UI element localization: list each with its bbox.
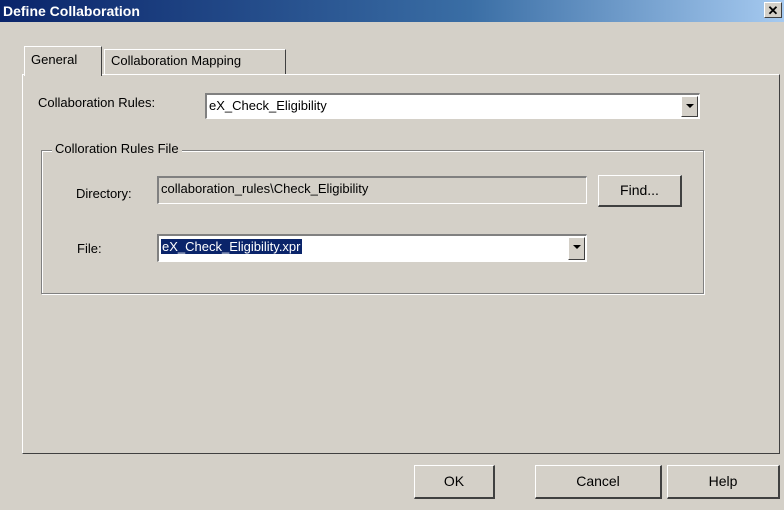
ok-button[interactable]: OK xyxy=(414,465,495,499)
directory-field: collaboration_rules\Check_Eligibility xyxy=(157,176,587,204)
directory-label: Directory: xyxy=(76,186,132,201)
file-label: File: xyxy=(77,241,102,256)
find-button[interactable]: Find... xyxy=(598,175,682,207)
title-bar: Define Collaboration ✕ xyxy=(0,0,784,22)
collaboration-rules-select[interactable]: eX_Check_Eligibility xyxy=(205,93,700,119)
tab-collaboration-mapping-label: Collaboration Mapping xyxy=(111,53,242,68)
cancel-button[interactable]: Cancel xyxy=(535,465,662,499)
tab-collaboration-mapping[interactable]: Collaboration Mapping xyxy=(104,49,286,74)
find-button-label: Find... xyxy=(620,182,659,198)
tab-general[interactable]: General xyxy=(24,46,102,76)
directory-value: collaboration_rules\Check_Eligibility xyxy=(161,181,369,196)
close-button[interactable]: ✕ xyxy=(764,2,782,18)
collaboration-rules-label: Collaboration Rules: xyxy=(38,95,156,110)
help-button[interactable]: Help xyxy=(667,465,780,499)
collaboration-rules-dropdown-button[interactable] xyxy=(681,96,698,117)
help-button-label: Help xyxy=(708,473,738,489)
rules-file-groupbox xyxy=(41,150,704,294)
tab-general-label: General xyxy=(31,52,78,67)
ok-button-label: OK xyxy=(443,473,465,489)
window-title: Define Collaboration xyxy=(3,3,140,19)
rules-file-group-title: Colloration Rules File xyxy=(52,141,182,156)
file-value: eX_Check_Eligibility.xpr xyxy=(161,239,302,254)
cancel-button-label: Cancel xyxy=(576,473,620,489)
file-select[interactable]: eX_Check_Eligibility.xpr xyxy=(157,234,587,262)
collaboration-rules-value: eX_Check_Eligibility xyxy=(209,98,327,113)
close-icon: ✕ xyxy=(767,3,779,18)
file-dropdown-button[interactable] xyxy=(568,237,585,260)
